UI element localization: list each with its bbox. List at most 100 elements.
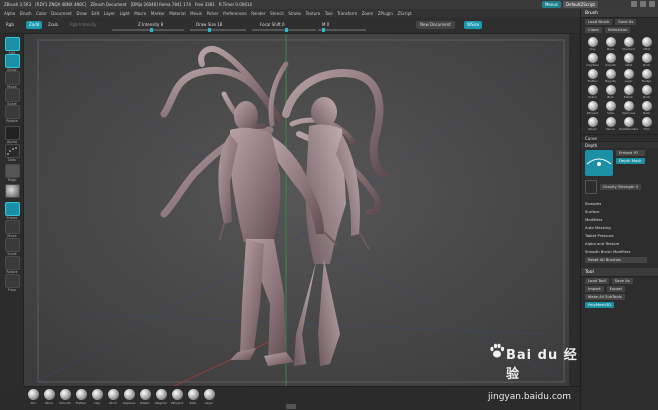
- samples-section[interactable]: Samples: [581, 200, 658, 208]
- brush-palette-header[interactable]: Brush: [581, 9, 658, 18]
- load-tool-button[interactable]: Load Tool: [585, 278, 609, 284]
- brush-item[interactable]: Planar: [603, 117, 618, 131]
- focal-shift-slider[interactable]: Focal Shift 0: [260, 21, 285, 29]
- polymesh-tool-button[interactable]: PolyMesh3D: [585, 302, 615, 308]
- slider-knob[interactable]: [285, 28, 288, 32]
- brush-item[interactable]: Trim: [639, 117, 654, 131]
- bottom-brush[interactable]: ZProject: [170, 389, 184, 409]
- make-subtools-button[interactable]: Make All SubTools: [585, 294, 625, 300]
- menu-item[interactable]: Marker: [151, 11, 165, 16]
- save-tool-button[interactable]: Save As: [611, 278, 633, 284]
- gravity-strength-slider[interactable]: Gravity Strength 0: [600, 184, 642, 190]
- slider-knob[interactable]: [322, 28, 325, 32]
- embed-slider[interactable]: Embed 97: [616, 150, 645, 156]
- focal-shift-track[interactable]: [252, 28, 316, 32]
- brush-item[interactable]: Inflat: [639, 37, 654, 51]
- material-swatch[interactable]: [5, 184, 20, 198]
- alpha-swatch[interactable]: [5, 126, 20, 140]
- brush-item[interactable]: Smooth: [603, 53, 618, 67]
- brush-item[interactable]: Pinch: [639, 85, 654, 99]
- menu-item[interactable]: ZScript: [397, 11, 411, 16]
- edit-mode-button[interactable]: [5, 37, 20, 51]
- bottom-brush[interactable]: Pinch: [106, 389, 120, 409]
- brush-item[interactable]: Inflat: [621, 53, 636, 67]
- brush-item[interactable]: Move: [603, 37, 618, 51]
- bottom-brush[interactable]: Std: [26, 389, 40, 409]
- brush-item[interactable]: Clay: [585, 37, 600, 51]
- floor-button[interactable]: [5, 274, 20, 288]
- depth-curve-preview[interactable]: [585, 150, 613, 176]
- auto-masking-section[interactable]: Auto Masking: [581, 224, 658, 232]
- frame-button[interactable]: [5, 202, 20, 216]
- tablet-pressure-section[interactable]: Tablet Pressure: [581, 232, 658, 240]
- menu-item[interactable]: Light: [120, 11, 130, 16]
- bottom-brush[interactable]: Move: [42, 389, 56, 409]
- slider-knob[interactable]: [150, 28, 153, 32]
- import-button[interactable]: Import: [585, 286, 604, 292]
- brush-item[interactable]: Nudge: [639, 69, 654, 83]
- menu-item[interactable]: Transform: [337, 11, 357, 16]
- brush-item[interactable]: Flatten: [585, 69, 600, 83]
- menu-item[interactable]: Brush: [20, 11, 32, 16]
- menu-item[interactable]: Stroke: [288, 11, 301, 16]
- move-view-button[interactable]: [5, 220, 20, 234]
- brush-item[interactable]: Slide: [603, 101, 618, 115]
- bottom-brush[interactable]: Displace: [122, 389, 136, 409]
- menu-item[interactable]: Draw: [76, 11, 86, 16]
- bottom-brush[interactable]: Blob: [186, 389, 200, 409]
- rotate-view-button[interactable]: [5, 256, 20, 270]
- rotate-mode-button[interactable]: [5, 105, 20, 119]
- draw-mode-button[interactable]: [5, 54, 20, 68]
- color-swatch[interactable]: [5, 164, 20, 178]
- bottom-brush[interactable]: Elastic: [138, 389, 152, 409]
- zsub-button[interactable]: Zsub: [48, 21, 58, 29]
- menu-item[interactable]: Macro: [134, 11, 146, 16]
- brush-item[interactable]: Standard: [621, 37, 636, 51]
- export-button[interactable]: Export: [606, 286, 626, 292]
- gravity-preview-icon[interactable]: [585, 180, 597, 194]
- bottom-brush[interactable]: Flatten: [74, 389, 88, 409]
- bottom-brush[interactable]: Layer: [202, 389, 216, 409]
- brush-item[interactable]: Polish: [585, 85, 600, 99]
- bottom-brush[interactable]: Smooth: [58, 389, 72, 409]
- maximize-icon[interactable]: [640, 1, 646, 7]
- menus-button[interactable]: Menus: [541, 1, 562, 8]
- new-document-button[interactable]: New Document: [416, 21, 455, 29]
- brush-item[interactable]: Elastic: [621, 85, 636, 99]
- rgb-intensity-slider[interactable]: Rgb Intensity: [70, 21, 97, 29]
- curve-section[interactable]: Curve: [581, 134, 658, 141]
- minimize-icon[interactable]: [631, 1, 637, 7]
- scroll-handle[interactable]: [286, 404, 296, 409]
- draw-size-track[interactable]: [190, 28, 246, 32]
- surface-section[interactable]: Surface: [581, 208, 658, 216]
- menu-item[interactable]: Document: [51, 11, 72, 16]
- select-icon-button[interactable]: SelectIcon: [604, 27, 631, 33]
- brush-item[interactable]: Magnify: [603, 69, 618, 83]
- menu-item[interactable]: Movie: [190, 11, 202, 16]
- brush-item[interactable]: DamStandard: [619, 117, 638, 131]
- menu-item[interactable]: Render: [251, 11, 265, 16]
- smooth-brush-modifiers-section[interactable]: Smooth Brush Modifiers: [581, 248, 658, 256]
- brush-item[interactable]: ZProject: [585, 101, 600, 115]
- menu-item[interactable]: Zoom: [362, 11, 374, 16]
- reset-all-brushes-button[interactable]: Reset All Brushes: [585, 257, 647, 263]
- menu-item[interactable]: Tool: [325, 11, 333, 16]
- brush-item[interactable]: Mask: [639, 101, 654, 115]
- m-track[interactable]: [318, 28, 366, 32]
- modifiers-section[interactable]: Modifiers: [581, 216, 658, 224]
- brush-item[interactable]: Blob: [603, 85, 618, 99]
- depth-section[interactable]: Depth: [581, 141, 658, 148]
- save-brush-button[interactable]: Save As: [615, 19, 637, 25]
- bottom-brush[interactable]: Clay: [90, 389, 104, 409]
- alpha-texture-section[interactable]: Alpha and Texture: [581, 240, 658, 248]
- default-zscript-button[interactable]: DefaultZScript: [563, 1, 598, 8]
- brush-item[interactable]: Morph: [585, 117, 600, 131]
- menu-item[interactable]: ZPlugin: [378, 11, 393, 16]
- menu-item[interactable]: Edit: [92, 11, 100, 16]
- menu-item[interactable]: Preferences: [223, 11, 247, 16]
- slider-knob[interactable]: [208, 28, 211, 32]
- depth-mask-button[interactable]: Depth Mask: [616, 158, 645, 164]
- move-mode-button[interactable]: [5, 71, 20, 85]
- brush-item[interactable]: Layer: [621, 69, 636, 83]
- menu-item[interactable]: Alpha: [4, 11, 15, 16]
